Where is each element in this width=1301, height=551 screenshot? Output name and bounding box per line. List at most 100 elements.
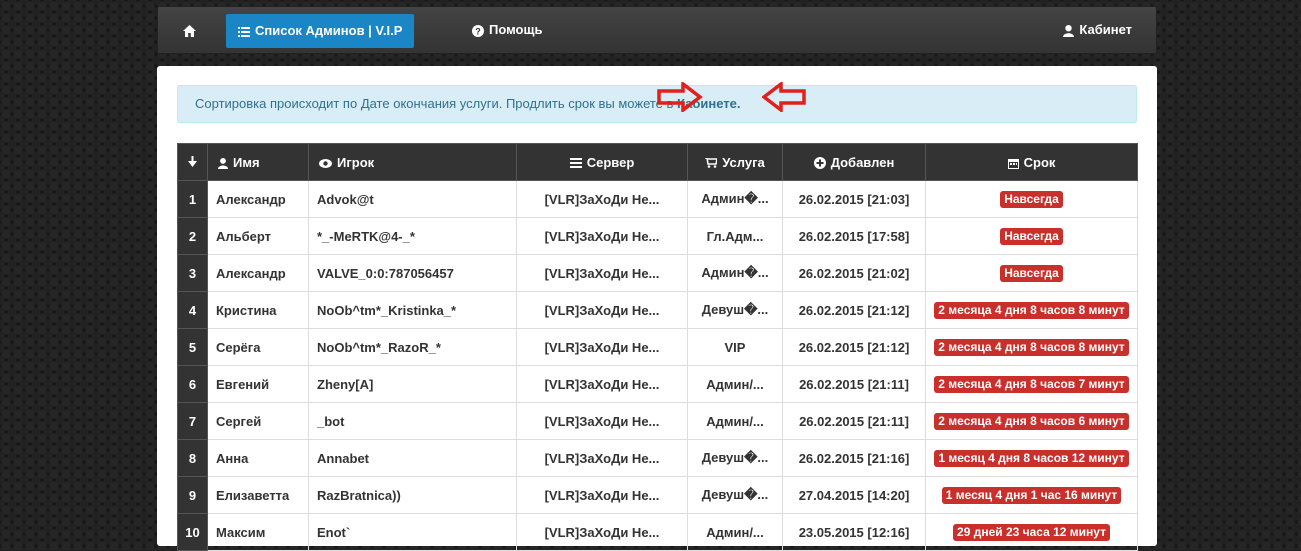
cart-icon: [705, 158, 718, 168]
cell-player: RazBratnica)): [308, 476, 517, 514]
cell-name: Альберт: [207, 217, 309, 255]
column-server-label: Сервер: [586, 154, 635, 170]
row-number: 9: [177, 476, 208, 514]
cell-server: [VLR]ЗаХоДи Не...: [516, 254, 688, 292]
cell-added: 23.05.2015 [12:16]: [782, 513, 926, 551]
term-badge: 2 месяца 4 дня 8 часов 8 минут: [934, 301, 1129, 319]
svg-text:?: ?: [475, 26, 481, 36]
cell-added: 26.02.2015 [21:11]: [782, 365, 926, 403]
home-button[interactable]: [172, 7, 206, 53]
red-arrow-left-icon: [762, 82, 806, 112]
cell-added: 26.02.2015 [21:11]: [782, 402, 926, 440]
cell-player: Enot`: [308, 513, 517, 551]
cell-name: Максим: [207, 513, 309, 551]
table-row: 4 Кристина NoOb^tm*_Kristinka_* [VLR]ЗаХоДи…: [177, 291, 1138, 329]
cell-name: Сергей: [207, 402, 309, 440]
column-header-player[interactable]: Игрок: [308, 143, 517, 181]
row-number: 2: [177, 217, 208, 255]
cell-server: [VLR]ЗаХоДи Не...: [516, 439, 688, 477]
column-header-name[interactable]: Имя: [207, 143, 309, 181]
cell-player: Advok@t: [308, 180, 517, 218]
table-row: 1 Александр Advok@t [VLR]ЗаХоДи Не... Админ�…: [177, 180, 1138, 218]
column-header-service[interactable]: Услуга: [687, 143, 783, 181]
column-name-label: Имя: [233, 154, 260, 170]
column-header-term[interactable]: Срок: [925, 143, 1138, 181]
cell-player: Zheny[A]: [308, 365, 517, 403]
cell-server: [VLR]ЗаХоДи Не...: [516, 513, 688, 551]
row-number: 8: [177, 439, 208, 477]
tab-admin-list-label: Список Админов | V.I.P: [255, 23, 403, 38]
plus-circle-icon: [813, 157, 826, 170]
cell-name: Евгений: [207, 365, 309, 403]
table-row: 7 Сергей _bot [VLR]ЗаХоДи Не... Админ/... 26.…: [177, 402, 1138, 440]
cell-player: *_-MeRTK@4-_*: [308, 217, 517, 255]
column-header-added[interactable]: Добавлен: [782, 143, 926, 181]
cell-server: [VLR]ЗаХоДи Не...: [516, 476, 688, 514]
row-number: 7: [177, 402, 208, 440]
cell-service: Админ/...: [687, 365, 783, 403]
cell-added: 26.02.2015 [21:16]: [782, 439, 926, 477]
cell-name: Елизаветта: [207, 476, 309, 514]
alert-text: Сортировка происходит по Дате окончания …: [195, 96, 678, 111]
row-number: 4: [177, 291, 208, 329]
user-icon: [218, 157, 228, 169]
cell-service: Девуш�...: [687, 439, 783, 477]
term-badge: Навсегда: [1000, 264, 1063, 282]
row-number: 3: [177, 254, 208, 292]
cell-term: 29 дней 23 часа 12 минут: [925, 513, 1138, 551]
cabinet-label: Кабинет: [1079, 22, 1132, 37]
column-added-label: Добавлен: [830, 154, 895, 170]
column-term-label: Срок: [1023, 154, 1056, 170]
cell-term: 2 месяца 4 дня 8 часов 8 минут: [925, 328, 1138, 366]
cell-term: 2 месяца 4 дня 8 часов 7 минут: [925, 365, 1138, 403]
cell-added: 26.02.2015 [21:12]: [782, 328, 926, 366]
cell-service: Админ�...: [687, 180, 783, 218]
cell-added: 26.02.2015 [17:58]: [782, 217, 926, 255]
server-icon: [569, 158, 582, 169]
arrow-down-icon: [188, 155, 197, 167]
table-row: 6 Евгений Zheny[A] [VLR]ЗаХоДи Не... Админ/.…: [177, 365, 1138, 403]
term-badge: 2 месяца 4 дня 8 часов 8 минут: [934, 338, 1129, 356]
red-arrow-right-icon: [657, 82, 703, 112]
question-icon: ?: [472, 24, 484, 37]
cell-name: Серёга: [207, 328, 309, 366]
term-badge: Навсегда: [1000, 227, 1063, 245]
term-badge: 29 дней 23 часа 12 минут: [953, 523, 1110, 541]
column-header-server[interactable]: Сервер: [516, 143, 688, 181]
user-icon: [1063, 24, 1075, 37]
cell-server: [VLR]ЗаХоДи Не...: [516, 180, 688, 218]
cell-server: [VLR]ЗаХоДи Не...: [516, 217, 688, 255]
content-panel: Сортировка происходит по Дате окончания …: [157, 66, 1157, 551]
cell-name: Александр: [207, 254, 309, 292]
tab-admin-list[interactable]: Список Админов | V.I.P: [226, 14, 415, 48]
help-link[interactable]: ? Помощь: [472, 7, 542, 53]
table-row: 10 Максим Enot` [VLR]ЗаХоДи Не... Админ/... 2…: [177, 513, 1138, 551]
cell-name: Кристина: [207, 291, 309, 329]
calendar-icon: [1007, 158, 1019, 169]
cell-added: 26.02.2015 [21:02]: [782, 254, 926, 292]
term-badge: 2 месяца 4 дня 8 часов 6 минут: [934, 412, 1129, 430]
cell-server: [VLR]ЗаХоДи Не...: [516, 291, 688, 329]
cell-player: Annabet: [308, 439, 517, 477]
table-row: 9 Елизаветта RazBratnica)) [VLR]ЗаХоДи Не..…: [177, 476, 1138, 514]
home-icon: [182, 24, 196, 37]
column-header-sort[interactable]: [177, 143, 208, 181]
cell-server: [VLR]ЗаХоДи Не...: [516, 365, 688, 403]
cell-added: 26.02.2015 [21:12]: [782, 291, 926, 329]
term-badge: 2 месяца 4 дня 8 часов 7 минут: [934, 375, 1129, 393]
cell-service: Девуш�...: [687, 291, 783, 329]
term-badge: Навсегда: [1000, 190, 1063, 208]
term-badge: 1 месяц 4 дня 1 час 16 минут: [941, 486, 1122, 504]
row-number: 1: [177, 180, 208, 218]
cell-service: Админ/...: [687, 402, 783, 440]
cabinet-link[interactable]: Кабинет: [1063, 7, 1132, 53]
cell-server: [VLR]ЗаХоДи Не...: [516, 328, 688, 366]
cell-player: _bot: [308, 402, 517, 440]
row-number: 10: [177, 513, 208, 551]
cell-service: VIP: [687, 328, 783, 366]
cell-added: 27.04.2015 [14:20]: [782, 476, 926, 514]
cell-service: Админ�...: [687, 254, 783, 292]
cell-term: Навсегда: [925, 254, 1138, 292]
cell-player: VALVE_0:0:787056457: [308, 254, 517, 292]
column-player-label: Игрок: [337, 154, 375, 170]
